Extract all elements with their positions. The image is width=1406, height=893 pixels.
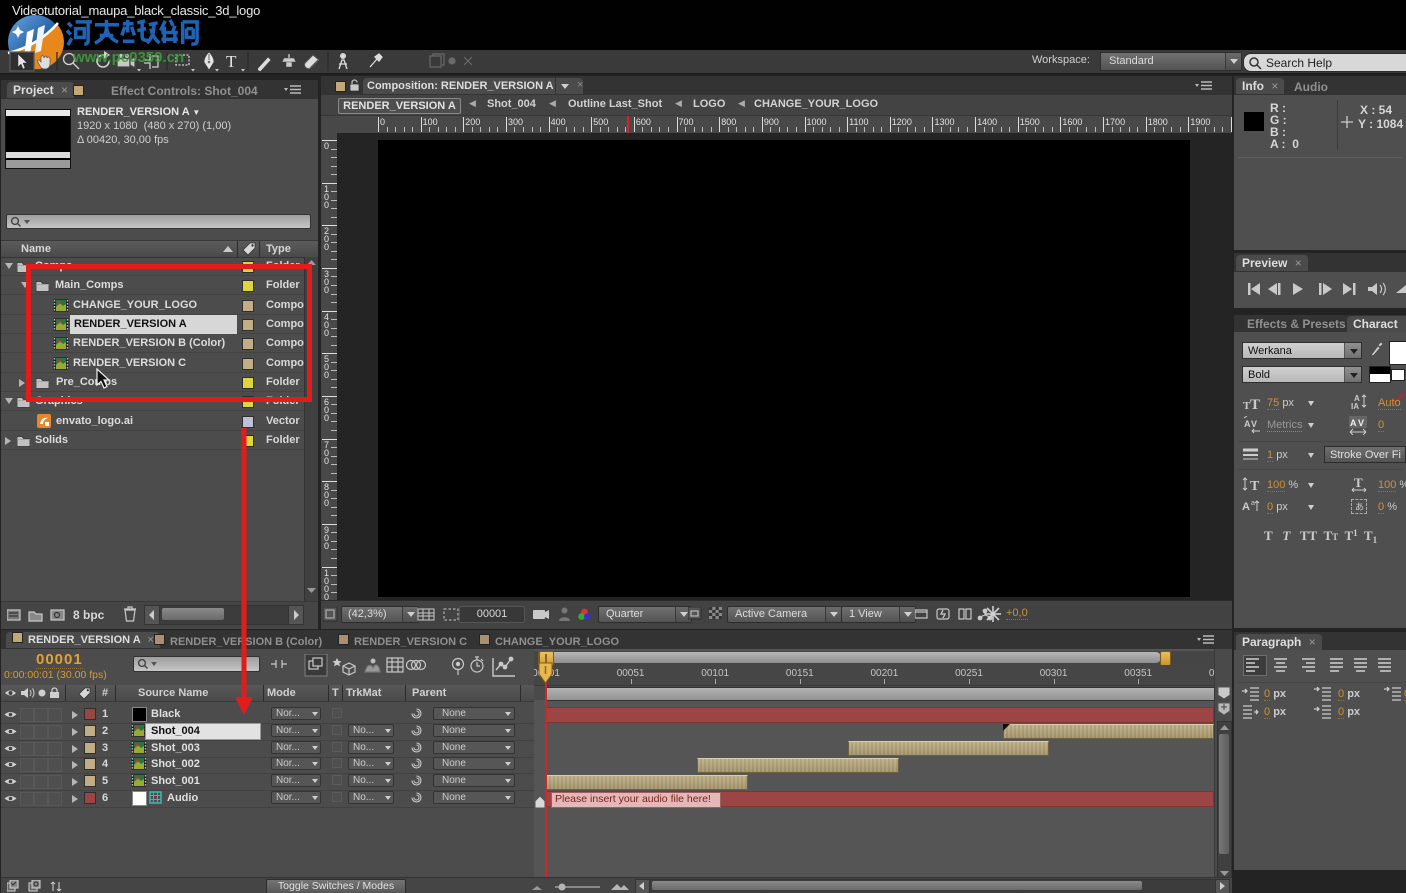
svg-text:T: T: [1250, 397, 1260, 410]
svg-text:A: A: [1242, 501, 1250, 513]
svg-text:T: T: [1354, 476, 1363, 490]
svg-text:T: T: [226, 52, 237, 71]
svg-text:V: V: [1251, 419, 1257, 429]
svg-text:a: a: [1251, 500, 1255, 507]
svg-text:T: T: [1250, 479, 1260, 492]
svg-text:A: A: [1350, 418, 1357, 428]
svg-text:A: A: [1244, 419, 1251, 429]
svg-text:IA: IA: [1351, 402, 1359, 411]
svg-text:V: V: [1358, 418, 1364, 428]
svg-text:あ: あ: [1355, 502, 1364, 512]
